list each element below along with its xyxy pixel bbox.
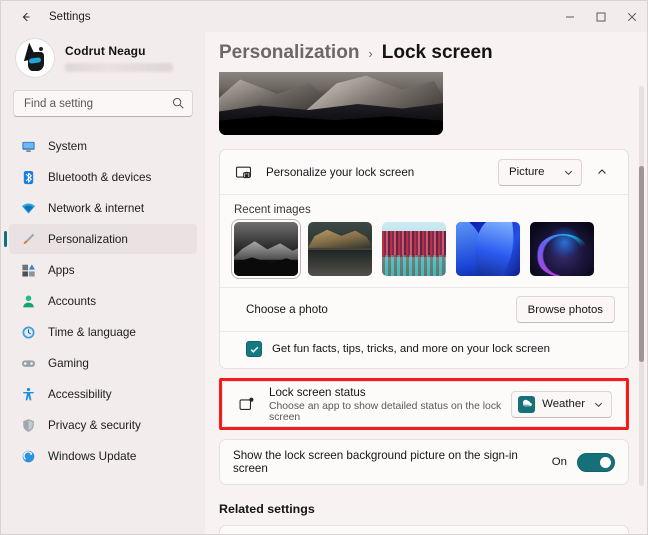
sidebar-item-system[interactable]: System — [9, 131, 197, 161]
search-icon — [171, 96, 185, 110]
signin-background-label: Show the lock screen background picture … — [233, 449, 518, 475]
search-input[interactable] — [13, 90, 193, 117]
scrollbar-thumb[interactable] — [639, 166, 644, 362]
sidebar-item-time-language[interactable]: Time & language — [9, 317, 197, 347]
content-area: Personalization › Lock screen Personaliz… — [205, 32, 647, 534]
lock-screen-status-highlight: Lock screen status Choose an app to show… — [219, 378, 629, 430]
related-settings-title: Related settings — [219, 502, 315, 516]
window-title: Settings — [49, 10, 91, 23]
sidebar-item-privacy-security[interactable]: Privacy & security — [9, 410, 197, 440]
lock-screen-status-dropdown[interactable]: Weather — [511, 390, 612, 418]
lock-screen-status-value: Weather — [542, 398, 585, 410]
recent-images-label: Recent images — [234, 204, 311, 216]
profile-email-blurred — [65, 63, 173, 72]
sidebar-item-network[interactable]: Network & internet — [9, 193, 197, 223]
signin-background-state: On — [551, 456, 567, 468]
sidebar-item-label: Gaming — [48, 356, 89, 370]
sidebar-item-accessibility[interactable]: Accessibility — [9, 379, 197, 409]
recent-image-thumbnail[interactable] — [530, 222, 594, 276]
apps-icon — [20, 262, 36, 278]
sidebar-item-label: Time & language — [48, 325, 136, 339]
recent-image-thumbnail[interactable] — [308, 222, 372, 276]
fun-facts-checkbox[interactable] — [246, 341, 262, 357]
sidebar-nav: System Bluetooth & devices Network & int… — [4, 131, 197, 471]
chevron-down-icon — [563, 167, 574, 178]
collapse-chevron-icon — [596, 166, 608, 178]
personalize-type-dropdown[interactable]: Picture — [498, 158, 582, 186]
signin-background-card: Show the lock screen background picture … — [219, 439, 629, 485]
minimize-button[interactable] — [554, 1, 585, 32]
related-settings-card: Screen timeout — [219, 525, 629, 534]
sidebar-item-personalization[interactable]: Personalization — [4, 224, 197, 254]
shield-icon — [20, 417, 36, 433]
recent-images-list — [220, 222, 628, 287]
sidebar-item-apps[interactable]: Apps — [9, 255, 197, 285]
gamepad-icon — [20, 355, 36, 371]
browse-photos-button[interactable]: Browse photos — [515, 296, 615, 323]
close-button[interactable] — [616, 1, 647, 32]
sidebar-item-label: Personalization — [48, 232, 128, 246]
fun-facts-row[interactable]: Get fun facts, tips, tricks, and more on… — [220, 331, 628, 368]
sidebar-item-label: Apps — [48, 263, 75, 277]
window-controls — [554, 1, 647, 32]
sidebar-item-label: Accessibility — [48, 387, 112, 401]
weather-icon — [518, 395, 536, 413]
sidebar-item-label: Privacy & security — [48, 418, 141, 432]
settings-window: Settings Codrut Neagu Find a setting Sys… — [0, 0, 648, 535]
sidebar-item-label: Accounts — [48, 294, 97, 308]
accessibility-icon — [20, 386, 36, 402]
sidebar: Codrut Neagu System — [1, 32, 205, 534]
bluetooth-icon — [20, 169, 36, 185]
screen-timeout-row[interactable]: Screen timeout — [220, 526, 628, 534]
recent-image-thumbnail[interactable] — [382, 222, 446, 276]
title-bar: Settings — [1, 1, 647, 32]
personalize-expanded-section: Recent images — [220, 194, 628, 287]
lock-screen-preview — [219, 72, 443, 135]
lock-screen-status-title: Lock screen status — [269, 385, 366, 399]
content-scrollbar[interactable] — [639, 86, 644, 486]
sidebar-item-bluetooth[interactable]: Bluetooth & devices — [9, 162, 197, 192]
back-button[interactable] — [11, 4, 41, 30]
paintbrush-icon — [20, 231, 36, 247]
personalize-type-value: Picture — [509, 166, 545, 178]
sidebar-item-accounts[interactable]: Accounts — [9, 286, 197, 316]
user-profile[interactable]: Codrut Neagu — [9, 32, 197, 88]
personalize-collapse-button[interactable] — [589, 159, 615, 185]
breadcrumb: Personalization › Lock screen — [219, 32, 629, 72]
chevron-down-icon — [593, 399, 604, 410]
wifi-icon — [20, 200, 36, 216]
recent-image-thumbnail[interactable] — [456, 222, 520, 276]
profile-name: Codrut Neagu — [65, 44, 146, 58]
monitor-icon — [20, 138, 36, 154]
sidebar-item-gaming[interactable]: Gaming — [9, 348, 197, 378]
sidebar-item-windows-update[interactable]: Windows Update — [9, 441, 197, 471]
maximize-button[interactable] — [585, 1, 616, 32]
account-icon — [20, 293, 36, 309]
clock-icon — [20, 324, 36, 340]
sidebar-item-label: Windows Update — [48, 449, 137, 463]
breadcrumb-separator: › — [368, 46, 373, 61]
personalize-row: Personalize your lock screen Picture — [220, 150, 628, 194]
lock-screen-status-row: Lock screen status Choose an app to show… — [223, 382, 625, 426]
sidebar-item-label: Network & internet — [48, 201, 145, 215]
search-box[interactable] — [13, 90, 193, 117]
update-icon — [20, 448, 36, 464]
status-badge-icon — [236, 396, 256, 413]
page-title: Lock screen — [381, 42, 493, 63]
signin-background-row: Show the lock screen background picture … — [220, 440, 628, 484]
personalize-title: Personalize your lock screen — [266, 165, 415, 179]
lock-screen-status-card: Lock screen status Choose an app to show… — [222, 381, 626, 427]
choose-photo-label: Choose a photo — [246, 303, 328, 316]
lock-screen-icon — [233, 164, 253, 181]
personalize-card: Personalize your lock screen Picture Rec… — [219, 149, 629, 369]
lock-screen-status-subtitle: Choose an app to show detailed status on… — [269, 400, 502, 423]
sidebar-item-label: System — [48, 139, 87, 153]
breadcrumb-parent[interactable]: Personalization — [219, 42, 359, 64]
recent-image-thumbnail[interactable] — [234, 222, 298, 276]
choose-photo-row: Choose a photo Browse photos — [220, 287, 628, 331]
avatar — [15, 38, 55, 78]
sidebar-item-label: Bluetooth & devices — [48, 170, 152, 184]
signin-background-toggle[interactable] — [577, 452, 615, 472]
fun-facts-label: Get fun facts, tips, tricks, and more on… — [272, 343, 550, 355]
